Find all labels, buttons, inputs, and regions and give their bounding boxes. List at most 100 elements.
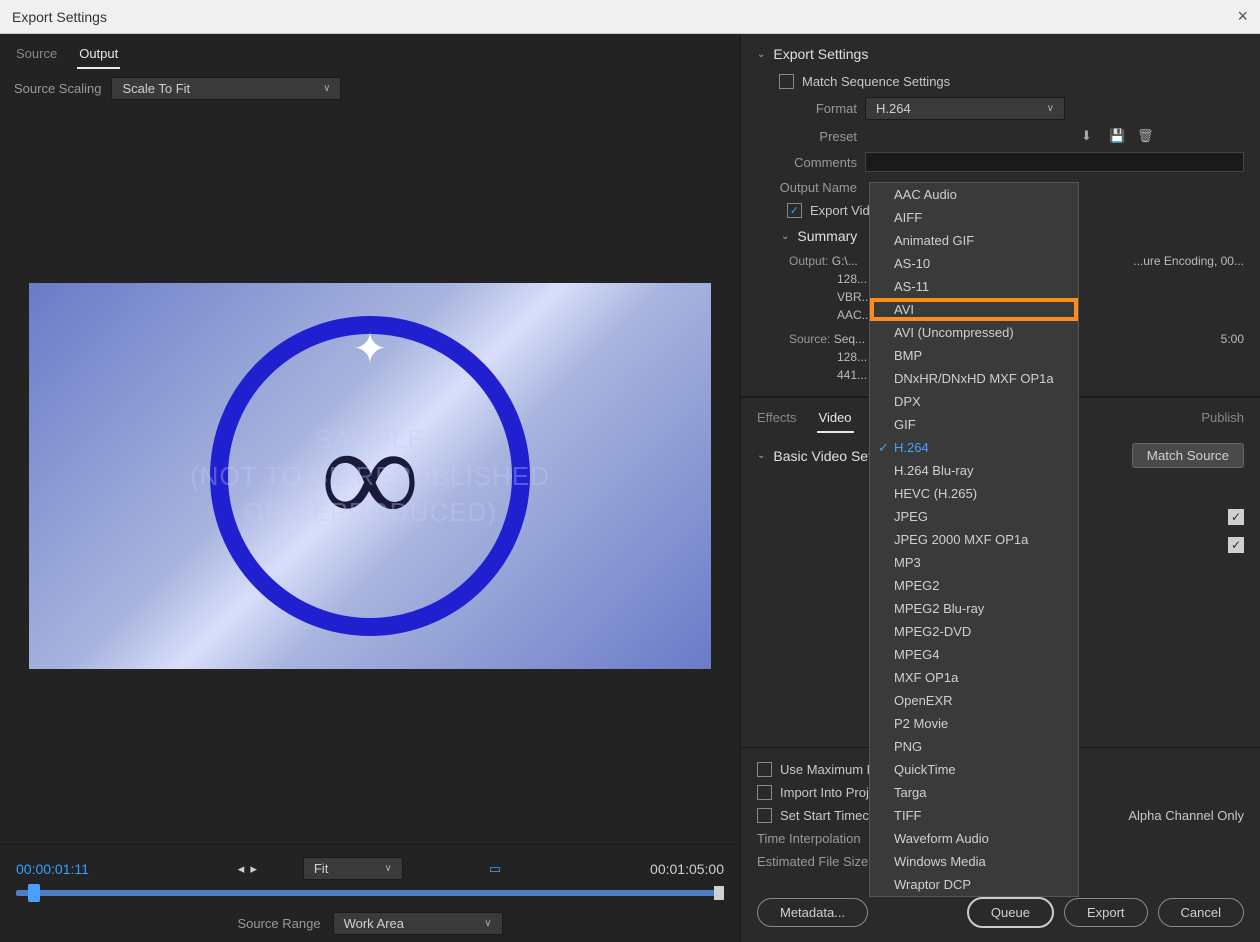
- aspect-ratio-icon[interactable]: ▭: [489, 861, 501, 877]
- metadata-button[interactable]: Metadata...: [757, 898, 868, 927]
- out-point-handle[interactable]: [714, 886, 724, 900]
- tab-video[interactable]: Video: [817, 406, 854, 433]
- timeline-slider[interactable]: [16, 890, 724, 896]
- format-option-avi-uncompressed-[interactable]: AVI (Uncompressed): [870, 321, 1078, 344]
- format-option-mpeg4[interactable]: MPEG4: [870, 643, 1078, 666]
- format-option-tiff[interactable]: TIFF: [870, 804, 1078, 827]
- cancel-button[interactable]: Cancel: [1158, 898, 1244, 927]
- format-label: Format: [757, 101, 857, 116]
- match-source-button[interactable]: Match Source: [1132, 443, 1244, 468]
- summary-output-line0: G:\...: [832, 254, 858, 268]
- save-preset-icon[interactable]: 💾: [1109, 128, 1127, 144]
- summary-output-line3: AAC...: [789, 308, 872, 322]
- format-option-quicktime[interactable]: QuickTime: [870, 758, 1078, 781]
- format-option-as-10[interactable]: AS-10: [870, 252, 1078, 275]
- tab-publish[interactable]: Publish: [1199, 406, 1246, 433]
- format-option-gif[interactable]: GIF: [870, 413, 1078, 436]
- format-option-p2-movie[interactable]: P2 Movie: [870, 712, 1078, 735]
- star-icon: ✦: [352, 324, 387, 373]
- height-link-checkbox[interactable]: ✓: [1228, 509, 1244, 525]
- watermark-line2: (NOT TO BE REPUBLISHED: [190, 458, 550, 494]
- format-option-aiff[interactable]: AIFF: [870, 206, 1078, 229]
- format-option-windows-media[interactable]: Windows Media: [870, 850, 1078, 873]
- watermark-line1: SAMPLE: [190, 421, 550, 457]
- comments-row: Comments: [757, 148, 1244, 176]
- format-option-as-11[interactable]: AS-11: [870, 275, 1078, 298]
- format-option-avi[interactable]: AVI: [870, 298, 1078, 321]
- prev-frame-icon[interactable]: ◂: [238, 861, 245, 877]
- play-controls: ◂ ▸ Fit ∨ ▭: [238, 857, 501, 880]
- next-frame-icon[interactable]: ▸: [250, 861, 257, 877]
- format-option-jpeg-2000-mxf-op1a[interactable]: JPEG 2000 MXF OP1a: [870, 528, 1078, 551]
- match-sequence-checkbox[interactable]: [779, 74, 794, 89]
- title-bar: Export Settings ×: [0, 0, 1260, 34]
- format-option-waveform-audio[interactable]: Waveform Audio: [870, 827, 1078, 850]
- source-scaling-dropdown[interactable]: Scale To Fit ∨: [111, 77, 341, 100]
- format-option-wraptor-dcp[interactable]: Wraptor DCP: [870, 873, 1078, 896]
- import-project-checkbox[interactable]: [757, 785, 772, 800]
- format-dropdown[interactable]: H.264 ∨: [865, 97, 1065, 120]
- time-interp-label: Time Interpolation: [757, 831, 861, 846]
- export-video-checkbox[interactable]: [787, 203, 802, 218]
- format-option-mpeg2-blu-ray[interactable]: MPEG2 Blu-ray: [870, 597, 1078, 620]
- summary-output-label: Output:: [789, 254, 828, 268]
- format-option-targa[interactable]: Targa: [870, 781, 1078, 804]
- fit-value: Fit: [314, 861, 328, 876]
- format-option-aac-audio[interactable]: AAC Audio: [870, 183, 1078, 206]
- max-render-checkbox[interactable]: [757, 762, 772, 777]
- summary-source-line2: 441...: [789, 368, 867, 382]
- fit-dropdown[interactable]: Fit ∨: [303, 857, 403, 880]
- format-option-mp3[interactable]: MP3: [870, 551, 1078, 574]
- source-range-dropdown[interactable]: Work Area ∨: [333, 912, 503, 935]
- match-sequence-row: Match Sequence Settings: [757, 70, 1244, 93]
- format-value: H.264: [876, 101, 911, 116]
- format-option-mxf-op1a[interactable]: MXF OP1a: [870, 666, 1078, 689]
- comments-input[interactable]: [865, 152, 1244, 172]
- preset-row: Preset ⬇ 💾 🗑: [757, 124, 1244, 148]
- playhead-handle[interactable]: [28, 884, 40, 902]
- tab-source[interactable]: Source: [14, 42, 59, 69]
- format-option-h-264-blu-ray[interactable]: H.264 Blu-ray: [870, 459, 1078, 482]
- left-panel: Source Output Source Scaling Scale To Fi…: [0, 34, 740, 942]
- format-option-hevc-h-265-[interactable]: HEVC (H.265): [870, 482, 1078, 505]
- format-row: Format H.264 ∨: [757, 93, 1244, 124]
- framerate-link-checkbox[interactable]: ✓: [1228, 537, 1244, 553]
- right-panel: ⌄ Export Settings Match Sequence Setting…: [740, 34, 1260, 942]
- format-option-openexr[interactable]: OpenEXR: [870, 689, 1078, 712]
- format-option-dnxhr-dnxhd-mxf-op1a[interactable]: DNxHR/DNxHD MXF OP1a: [870, 367, 1078, 390]
- delete-preset-icon[interactable]: 🗑: [1137, 128, 1155, 144]
- collapse-icon: ⌄: [757, 49, 765, 60]
- tab-output[interactable]: Output: [77, 42, 120, 69]
- summary-encoding: ...ure Encoding, 00...: [1133, 252, 1244, 270]
- preset-icons: ⬇ 💾 🗑: [1081, 128, 1155, 144]
- alpha-only-label: Alpha Channel Only: [1128, 808, 1244, 823]
- source-range-value: Work Area: [344, 916, 404, 931]
- format-option-animated-gif[interactable]: Animated GIF: [870, 229, 1078, 252]
- export-button[interactable]: Export: [1064, 898, 1148, 927]
- summary-endtime: 5:00: [1221, 330, 1244, 348]
- format-option-jpeg[interactable]: JPEG: [870, 505, 1078, 528]
- format-option-mpeg2[interactable]: MPEG2: [870, 574, 1078, 597]
- format-option-mpeg2-dvd[interactable]: MPEG2-DVD: [870, 620, 1078, 643]
- format-option-h-264[interactable]: H.264: [870, 436, 1078, 459]
- start-timecode-checkbox[interactable]: [757, 808, 772, 823]
- tab-effects[interactable]: Effects: [755, 406, 799, 433]
- preview-image: ✦ ∞ SAMPLE (NOT TO BE REPUBLISHED OR REP…: [29, 283, 711, 669]
- queue-button[interactable]: Queue: [967, 897, 1054, 928]
- export-settings-header[interactable]: ⌄ Export Settings: [757, 46, 1244, 62]
- watermark-text: SAMPLE (NOT TO BE REPUBLISHED OR REPRODU…: [190, 421, 550, 530]
- watermark-line3: OR REPRODUCED): [190, 494, 550, 530]
- format-option-png[interactable]: PNG: [870, 735, 1078, 758]
- import-preset-icon[interactable]: ⬇: [1081, 128, 1099, 144]
- summary-title: Summary: [797, 228, 857, 244]
- close-icon[interactable]: ×: [1237, 6, 1248, 27]
- output-name-label: Output Name: [757, 180, 857, 195]
- source-range-row: Source Range Work Area ∨: [16, 912, 724, 935]
- chevron-down-icon: ∨: [1047, 103, 1054, 114]
- scaling-row: Source Scaling Scale To Fit ∨: [0, 69, 740, 108]
- format-dropdown-list[interactable]: AAC AudioAIFFAnimated GIFAS-10AS-11AVIAV…: [869, 182, 1079, 897]
- format-option-bmp[interactable]: BMP: [870, 344, 1078, 367]
- current-timecode[interactable]: 00:00:01:11: [16, 861, 89, 877]
- collapse-icon: ⌄: [757, 450, 765, 461]
- format-option-dpx[interactable]: DPX: [870, 390, 1078, 413]
